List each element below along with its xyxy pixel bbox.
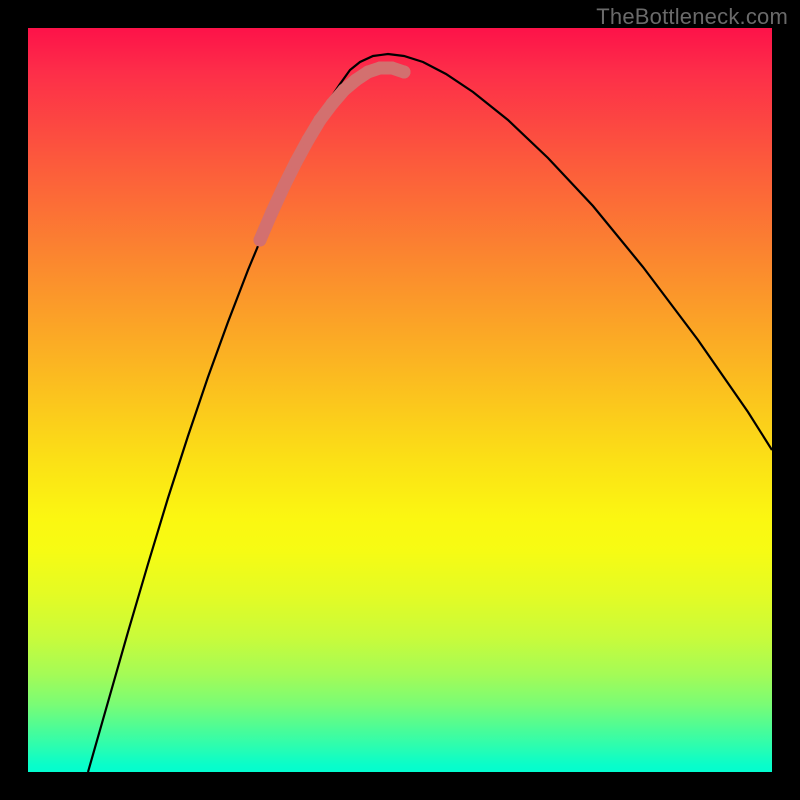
bottleneck-curve — [88, 54, 772, 772]
watermark-text: TheBottleneck.com — [596, 4, 788, 30]
plot-area — [28, 28, 772, 772]
chart-frame: TheBottleneck.com — [0, 0, 800, 800]
highlight-band — [254, 62, 411, 247]
curve-layer — [28, 28, 772, 772]
